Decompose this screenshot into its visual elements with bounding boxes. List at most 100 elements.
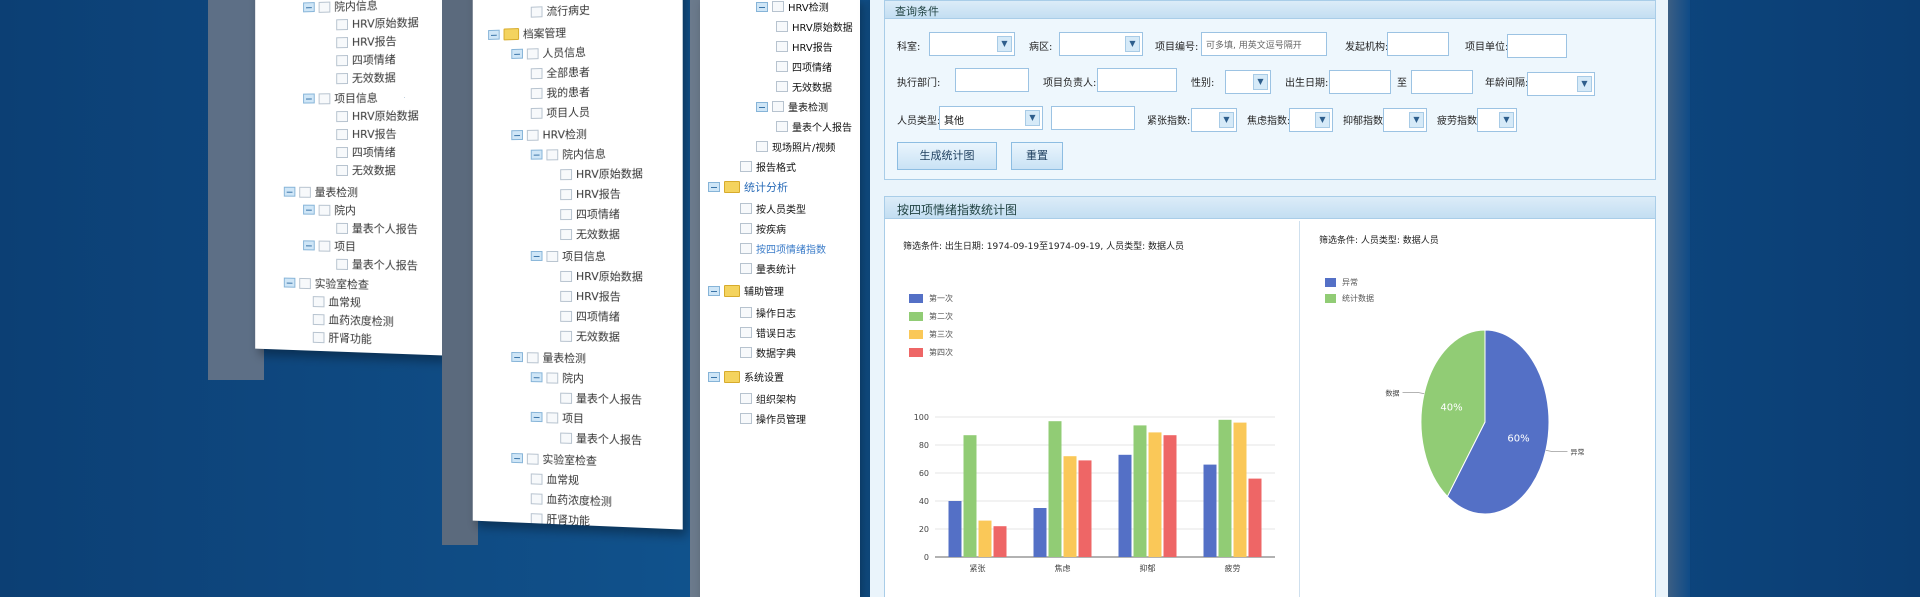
tree-item[interactable]: 量表个人报告	[776, 119, 852, 134]
tension-select[interactable]: ▼	[1191, 108, 1237, 132]
dept-select[interactable]: ▼	[929, 32, 1015, 56]
tree-item[interactable]: HRV报告	[336, 33, 396, 51]
fatigue-select[interactable]: ▼	[1477, 108, 1517, 132]
tree-item[interactable]: 报告格式	[740, 159, 796, 174]
legend-item[interactable]: 统计数据	[1325, 293, 1374, 304]
tree-item[interactable]: HRV原始数据	[560, 268, 643, 284]
tree-item[interactable]: 无效数据	[560, 226, 620, 242]
legend-item[interactable]: 第二次	[909, 311, 953, 322]
tree-item[interactable]: 辅助管理	[708, 283, 784, 298]
tree-item[interactable]: 血常规	[531, 470, 579, 488]
tree-item[interactable]: 量表统计	[740, 261, 796, 276]
tree-item[interactable]: HRV报告	[560, 288, 621, 304]
tree-item[interactable]: 血药浓度检测	[531, 490, 612, 509]
tree-item[interactable]: HRV报告	[776, 39, 833, 54]
tree-item[interactable]: HRV报告	[560, 186, 621, 203]
document-icon	[776, 21, 788, 32]
tree-item[interactable]: 按疾病	[740, 221, 786, 236]
tree-item[interactable]: 组织架构	[740, 391, 796, 406]
tree-item[interactable]: 现场照片/视频	[756, 139, 835, 154]
tree-item[interactable]: 无效数据	[560, 328, 620, 345]
document-icon	[560, 432, 572, 443]
tree-item[interactable]: 数据字典	[740, 345, 796, 360]
tree-item[interactable]: 项目信息	[303, 90, 378, 107]
tree-item[interactable]: 统计分析	[708, 179, 788, 195]
legend-item[interactable]: 第三次	[909, 329, 953, 340]
tree-item[interactable]: HRV检测	[511, 126, 586, 143]
tree-item[interactable]: 我的患者	[531, 84, 590, 101]
tree-item[interactable]: 肝肾功能	[313, 329, 372, 347]
legend-item[interactable]: 异常	[1325, 277, 1358, 288]
birth-start-input[interactable]	[1329, 70, 1391, 94]
tree-item[interactable]: 无效数据	[336, 162, 396, 178]
tree-item[interactable]: 无效数据	[336, 69, 396, 86]
tree-item[interactable]: 量表个人报告	[560, 390, 642, 408]
tree-item[interactable]: 量表个人报告	[560, 430, 642, 448]
tree-item[interactable]: HRV原始数据	[336, 107, 419, 124]
tree-item[interactable]: HRV原始数据	[776, 19, 853, 34]
tree-item[interactable]: 四项情绪	[776, 59, 832, 74]
tree-item[interactable]: 操作日志	[740, 305, 796, 320]
tree-item[interactable]: 院内信息	[303, 0, 378, 15]
tree-item[interactable]: HRV报告	[336, 126, 396, 142]
legend-item[interactable]: 第四次	[909, 347, 953, 358]
tree-item[interactable]: 院内信息	[531, 146, 606, 163]
document-icon	[336, 19, 348, 30]
tree-item[interactable]: HRV原始数据	[560, 165, 643, 182]
tree-item[interactable]: 系统设置	[708, 369, 784, 384]
depress-select[interactable]: ▼	[1383, 108, 1427, 132]
person-type-select[interactable]: 其他 ▼	[939, 106, 1043, 130]
tree-item[interactable]: 院内	[531, 369, 584, 386]
anxiety-select[interactable]: ▼	[1289, 108, 1333, 132]
tree-item[interactable]: 四项情绪	[336, 144, 396, 160]
project-no-input[interactable]: 可多填, 用英文逗号隔开	[1201, 32, 1327, 56]
tree-item[interactable]: 量表检测	[756, 99, 828, 114]
tree-item[interactable]: 量表检测	[284, 184, 358, 200]
gender-select[interactable]: ▼	[1225, 70, 1271, 94]
tree-item[interactable]: 实验室检查	[511, 450, 597, 469]
tree-item[interactable]: HRV检测	[756, 0, 829, 14]
tree-item[interactable]: 项目信息	[531, 248, 606, 264]
tree-item[interactable]: 按人员类型	[740, 201, 806, 216]
tree-item[interactable]: 全部患者	[531, 64, 590, 82]
project-unit-input[interactable]	[1507, 34, 1567, 58]
tree-item[interactable]: 项目	[531, 409, 584, 426]
tree-item[interactable]: 量表个人报告	[336, 220, 418, 237]
tree-item[interactable]: 血药浓度检测	[313, 311, 394, 329]
document-icon	[336, 258, 348, 269]
tree-item[interactable]: 流行病史	[531, 1, 590, 19]
document-icon	[527, 453, 539, 464]
collapse-icon	[303, 2, 315, 12]
issuer-input[interactable]	[1387, 32, 1449, 56]
tree-item[interactable]: 实验室检查	[284, 275, 369, 293]
tree-item[interactable]: 操作员管理	[740, 411, 806, 426]
legend-item[interactable]: 第一次	[909, 293, 953, 304]
tree-item[interactable]: 错误日志	[740, 325, 796, 340]
tree-item[interactable]: 量表个人报告	[336, 256, 418, 274]
tree-item[interactable]: 按四项情绪指数	[740, 241, 826, 256]
tree-item[interactable]: 量表检测	[511, 349, 586, 366]
exec-dept-input[interactable]	[955, 68, 1029, 92]
tree-item[interactable]: 项目人员	[531, 104, 590, 121]
tree-item[interactable]: 档案管理	[488, 24, 566, 43]
tree-item[interactable]: 四项情绪	[336, 51, 396, 68]
tree-item-label: 无效数据	[352, 162, 396, 178]
tree-item[interactable]: 院内	[303, 202, 356, 218]
tree-item[interactable]: 四项情绪	[560, 206, 620, 222]
tree-item[interactable]: HRV原始数据	[336, 14, 419, 32]
tree-item[interactable]: 血常规	[313, 293, 361, 310]
person-type-input[interactable]	[1051, 106, 1135, 130]
project-lead-input[interactable]	[1097, 68, 1177, 92]
reset-button[interactable]: 重置	[1011, 142, 1063, 170]
tree-item[interactable]: 人员信息	[511, 44, 586, 62]
document-icon	[560, 229, 572, 240]
document-icon	[336, 222, 348, 233]
age-select[interactable]: ▼	[1527, 72, 1595, 96]
tree-item[interactable]: 无效数据	[776, 79, 832, 94]
tree-item[interactable]: 项目	[303, 237, 356, 254]
generate-chart-button[interactable]: 生成统计图	[897, 142, 997, 170]
tree-item[interactable]: 四项情绪	[560, 308, 620, 325]
birth-end-input[interactable]	[1411, 70, 1473, 94]
ward-select[interactable]: ▼	[1059, 32, 1143, 56]
document-icon	[336, 37, 348, 48]
